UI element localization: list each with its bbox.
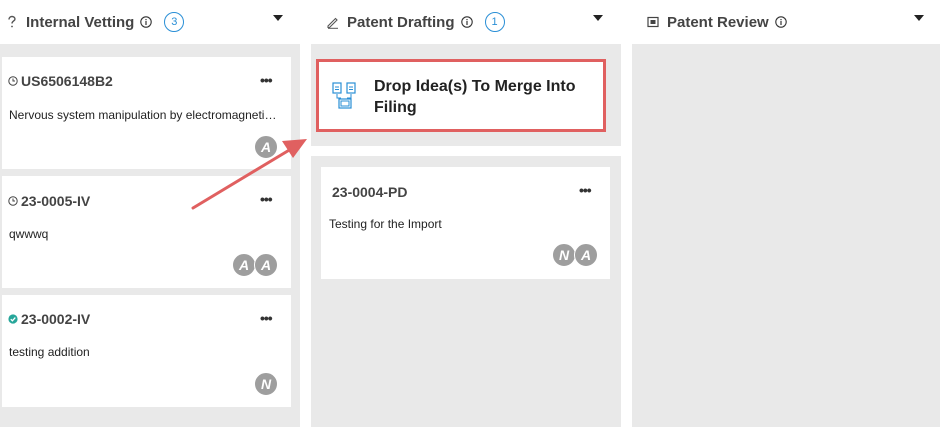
- avatar[interactable]: N: [552, 243, 576, 267]
- question-icon: [8, 15, 16, 28]
- idea-card[interactable]: US6506148B2 ••• Nervous system manipulat…: [2, 57, 291, 169]
- clock-icon: [8, 76, 18, 86]
- pencil-icon: [327, 17, 338, 29]
- chevron-down-icon[interactable]: [273, 15, 283, 21]
- drop-zone-container: [311, 146, 621, 156]
- avatar[interactable]: A: [254, 253, 278, 277]
- idea-card[interactable]: 23-0005-IV ••• qwwwq A A: [2, 176, 291, 288]
- review-icon: [647, 16, 659, 28]
- card-id: 23-0005-IV: [21, 193, 91, 209]
- card-id: 23-0004-PD: [332, 184, 408, 200]
- avatar[interactable]: N: [254, 372, 278, 396]
- column-patent-review: [632, 44, 940, 427]
- more-options-button[interactable]: •••: [260, 310, 273, 326]
- count-badge: 1: [484, 12, 505, 32]
- column-title: Patent Review: [667, 13, 769, 31]
- info-icon[interactable]: [460, 16, 473, 28]
- check-circle-icon: [8, 314, 18, 324]
- card-description: Nervous system manipulation by electroma…: [9, 108, 281, 122]
- column-header-patent-drafting[interactable]: Patent Drafting 1: [326, 0, 616, 44]
- idea-card[interactable]: 23-0004-PD ••• Testing for the Import N …: [321, 167, 610, 279]
- card-description: qwwwq: [9, 227, 49, 241]
- count-badge: 3: [164, 12, 185, 32]
- card-id: US6506148B2: [21, 73, 113, 89]
- avatar[interactable]: A: [574, 243, 598, 267]
- card-description: Testing for the Import: [329, 217, 442, 231]
- drop-zone-label: Drop Idea(s) To Merge Into Filing: [374, 78, 576, 116]
- column-header-internal-vetting[interactable]: Internal Vetting 3: [6, 0, 296, 44]
- clock-icon: [8, 196, 18, 206]
- card-description: testing addition: [9, 345, 90, 359]
- chevron-down-icon[interactable]: [914, 15, 924, 21]
- info-icon[interactable]: [140, 16, 153, 28]
- more-options-button[interactable]: •••: [260, 191, 273, 207]
- more-options-button[interactable]: •••: [579, 182, 592, 198]
- column-title: Internal Vetting: [26, 13, 135, 31]
- column-header-patent-review[interactable]: Patent Review: [647, 0, 937, 44]
- avatar[interactable]: A: [232, 253, 256, 277]
- chevron-down-icon[interactable]: [593, 15, 603, 21]
- more-options-button[interactable]: •••: [260, 72, 273, 88]
- merge-documents-icon: [332, 82, 356, 109]
- info-icon[interactable]: [774, 16, 787, 28]
- idea-card[interactable]: 23-0002-IV ••• testing addition N: [2, 295, 291, 407]
- merge-drop-zone[interactable]: Drop Idea(s) To Merge Into Filing: [316, 59, 606, 132]
- column-title: Patent Drafting: [347, 13, 455, 31]
- card-id: 23-0002-IV: [21, 311, 91, 327]
- avatar[interactable]: A: [254, 135, 278, 159]
